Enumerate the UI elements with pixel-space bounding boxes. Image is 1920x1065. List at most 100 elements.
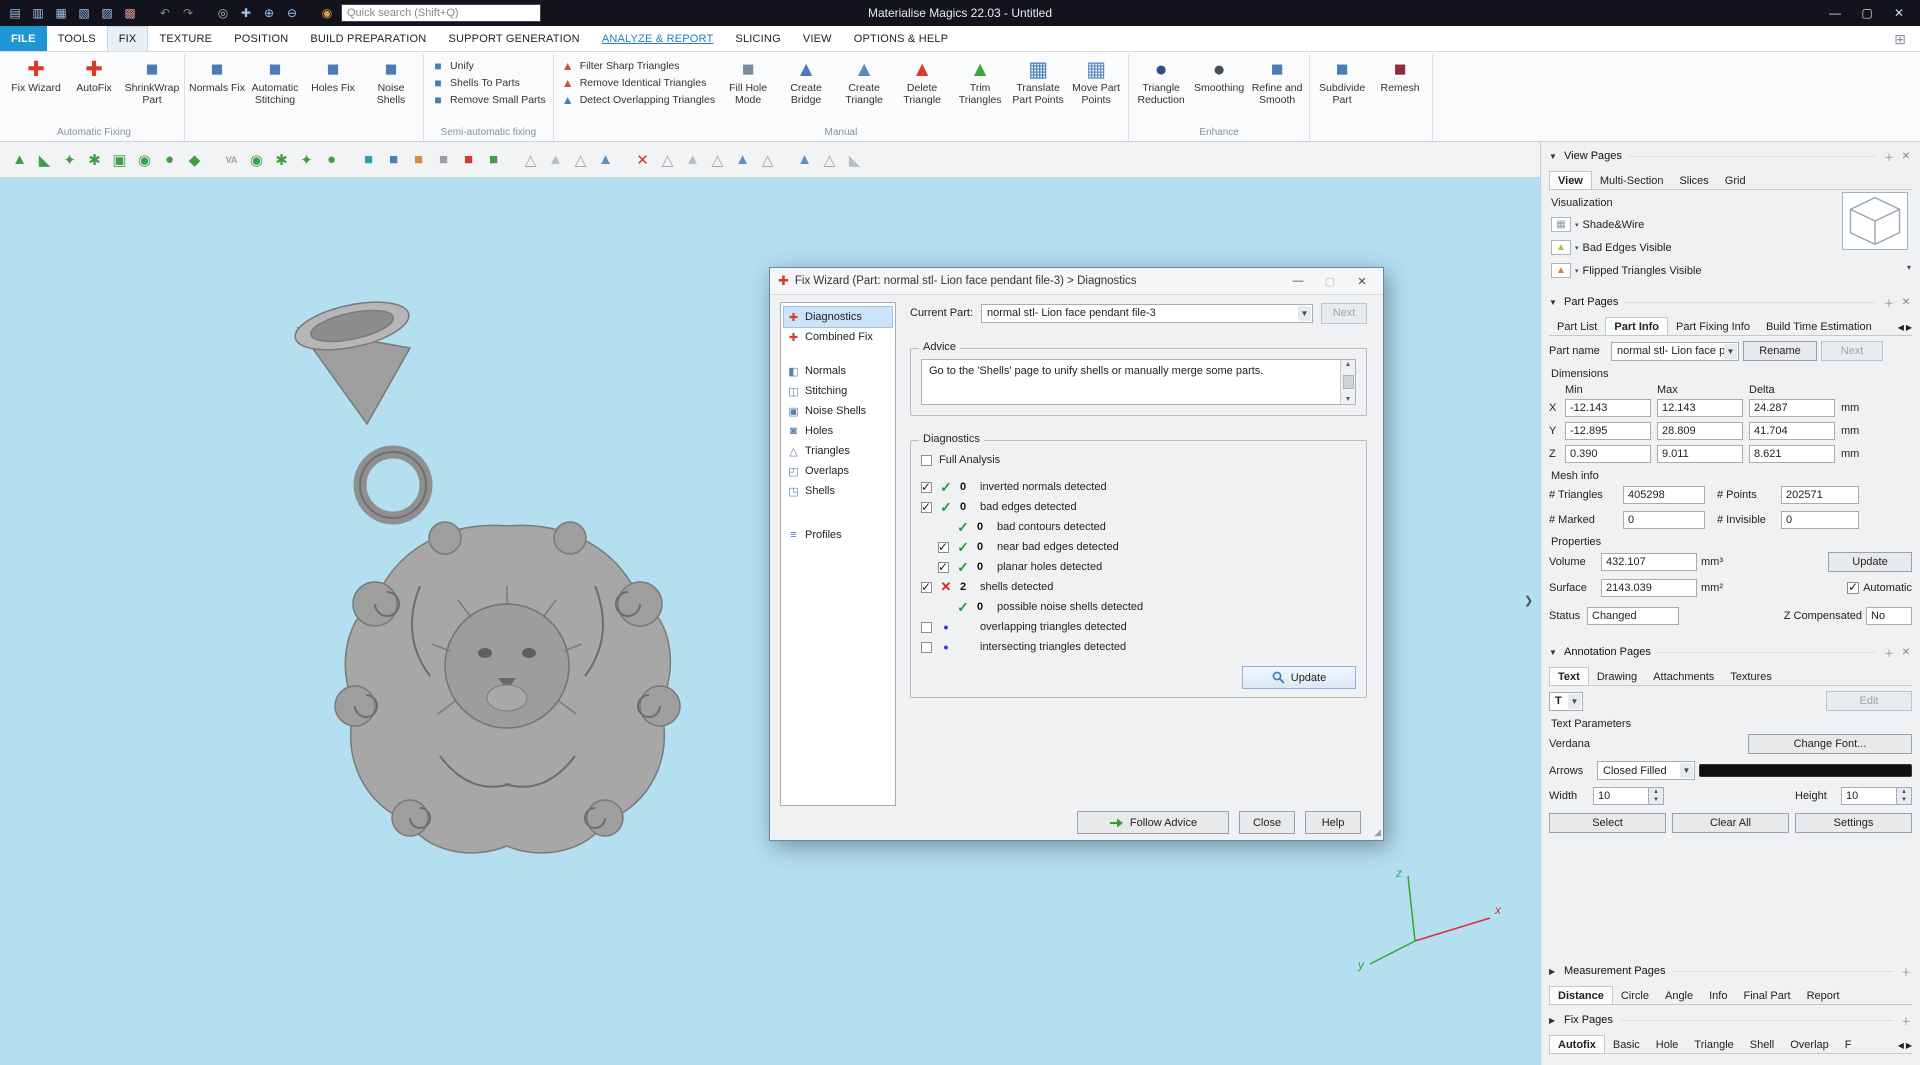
text-style-combo[interactable]: T ▼ (1549, 692, 1583, 711)
tab-part-fixing-info[interactable]: Part Fixing Info (1668, 318, 1758, 335)
dim-delta-field[interactable]: 41.704 (1749, 422, 1835, 440)
collapse-arrow-icon[interactable] (1549, 298, 1559, 307)
move-part-points-button[interactable]: Move Part Points (1067, 54, 1125, 109)
volume-field[interactable]: 432.107 (1601, 553, 1697, 571)
save-icon[interactable]: ▦ (52, 4, 70, 22)
tab-final-part[interactable]: Final Part (1735, 987, 1798, 1004)
diagnostic-checkbox[interactable] (921, 642, 932, 653)
zoom-window-icon[interactable]: ◎ (214, 4, 232, 22)
diagnostic-checkbox[interactable] (921, 482, 932, 493)
tab-overlap[interactable]: Overlap (1782, 1036, 1837, 1053)
marking-tool-icon[interactable]: △ (818, 148, 841, 172)
dialog-maximize-button[interactable]: ▢ (1317, 271, 1343, 291)
menu-view[interactable]: VIEW (792, 26, 843, 51)
resize-grip[interactable]: ◢ (1374, 827, 1381, 838)
tab-report[interactable]: Report (1799, 987, 1848, 1004)
scroll-up-icon[interactable]: ▲ (1345, 361, 1352, 368)
marking-tool-icon[interactable]: △ (756, 148, 779, 172)
tab-basic[interactable]: Basic (1605, 1036, 1648, 1053)
dropdown-arrow-icon[interactable]: ▾ (1575, 244, 1579, 252)
marking-tool-icon[interactable]: ● (158, 148, 181, 172)
width-value[interactable]: 10 (1593, 787, 1649, 805)
clear-all-button[interactable]: Clear All (1672, 813, 1789, 833)
marking-tool-icon[interactable]: ■ (382, 148, 405, 172)
noise-shells-button[interactable]: Noise Shells (362, 54, 420, 109)
marking-tool-icon[interactable]: ✦ (295, 148, 318, 172)
diagnostic-checkbox[interactable] (921, 622, 932, 633)
redo-icon[interactable]: ↷ (179, 4, 197, 22)
panel-expander-icon[interactable]: ❯ (1524, 594, 1533, 607)
wizard-page-diagnostics[interactable]: Diagnostics (784, 307, 892, 327)
menu-support-generation[interactable]: SUPPORT GENERATION (437, 26, 590, 51)
automatic-checkbox[interactable] (1847, 582, 1859, 594)
triangle-reduction-button[interactable]: Triangle Reduction (1132, 54, 1190, 109)
pin-icon[interactable]: ＋ (1883, 149, 1895, 164)
translate-part-points-button[interactable]: Translate Part Points (1009, 54, 1067, 109)
tab-part-info[interactable]: Part Info (1605, 317, 1668, 336)
marking-tool-icon[interactable]: ◆ (183, 148, 206, 172)
marking-tool-icon[interactable]: ▲ (594, 148, 617, 172)
orientation-cube-preview[interactable]: ▾ (1842, 192, 1908, 250)
tab-textures[interactable]: Textures (1722, 668, 1780, 685)
step-down-icon[interactable]: ▼ (1649, 796, 1663, 804)
pin-icon[interactable]: ＋ (1900, 964, 1912, 979)
select-button[interactable]: Select (1549, 813, 1666, 833)
tab-triangle[interactable]: Triangle (1686, 1036, 1741, 1053)
menu-analyze-report[interactable]: ANALYZE & REPORT (591, 26, 725, 51)
pan-icon[interactable]: ✚ (237, 4, 255, 22)
dim-min-field[interactable]: 0.390 (1565, 445, 1651, 463)
remesh-button[interactable]: Remesh (1371, 54, 1429, 97)
dim-max-field[interactable]: 12.143 (1657, 399, 1743, 417)
close-part-icon[interactable]: ▩ (121, 4, 139, 22)
refine-and-smooth-button[interactable]: Refine and Smooth (1248, 54, 1306, 109)
shrinkwrap-part-button[interactable]: ShrinkWrap Part (123, 54, 181, 109)
close-button[interactable]: ✕ (1884, 2, 1914, 24)
marking-tool-icon[interactable]: ✦ (58, 148, 81, 172)
save-as-icon[interactable]: ▧ (75, 4, 93, 22)
wizard-page-profiles[interactable]: Profiles (784, 525, 892, 545)
tab-overflow[interactable]: F (1837, 1036, 1860, 1053)
scroll-thumb[interactable] (1343, 375, 1354, 389)
create-bridge-button[interactable]: Create Bridge (777, 54, 835, 109)
dim-delta-field[interactable]: 8.621 (1749, 445, 1835, 463)
width-stepper[interactable]: 10 ▲▼ (1593, 787, 1664, 805)
wizard-page-overlaps[interactable]: Overlaps (784, 461, 892, 481)
wizard-page-noise-shells[interactable]: Noise Shells (784, 401, 892, 421)
height-value[interactable]: 10 (1841, 787, 1897, 805)
menu-build-preparation[interactable]: BUILD PREPARATION (299, 26, 437, 51)
view-pages-header[interactable]: View Pages ＋ ✕ (1549, 146, 1912, 166)
measurement-pages-header[interactable]: Measurement Pages ＋ (1549, 961, 1912, 981)
smoothing-button[interactable]: Smoothing (1190, 54, 1248, 97)
close-icon[interactable]: ✕ (1900, 151, 1912, 162)
wizard-page-combined-fix[interactable]: Combined Fix (784, 327, 892, 347)
marking-tool-icon[interactable]: △ (706, 148, 729, 172)
pin-icon[interactable]: ＋ (1883, 645, 1895, 660)
current-part-combo[interactable]: normal stl- Lion face pendant file-3 ▼ (981, 304, 1313, 323)
part-pages-header[interactable]: Part Pages ＋ ✕ (1549, 292, 1912, 312)
properties-update-button[interactable]: Update (1828, 552, 1912, 572)
tab-circle[interactable]: Circle (1613, 987, 1657, 1004)
marking-tool-icon[interactable]: △ (519, 148, 542, 172)
menu-fix[interactable]: FIX (107, 26, 149, 51)
minimize-button[interactable]: — (1820, 2, 1850, 24)
advice-scrollbar[interactable]: ▲ ▼ (1340, 360, 1355, 404)
height-stepper[interactable]: 10 ▲▼ (1841, 787, 1912, 805)
marking-tool-icon[interactable]: ■ (407, 148, 430, 172)
wizard-page-shells[interactable]: Shells (784, 481, 892, 501)
new-document-icon[interactable]: ▤ (6, 4, 24, 22)
menu-position[interactable]: POSITION (223, 26, 299, 51)
dropdown-arrow-icon[interactable]: ▾ (1907, 263, 1911, 272)
tab-distance[interactable]: Distance (1549, 986, 1613, 1005)
help-button[interactable]: Help (1305, 811, 1361, 834)
marking-tool-icon[interactable]: ◣ (843, 148, 866, 172)
part-next-button[interactable]: Next (1821, 341, 1883, 361)
zoom-out-icon[interactable]: ⊖ (283, 4, 301, 22)
filter-sharp-triangles-button[interactable]: Filter Sharp Triangles (561, 59, 715, 73)
layout-icon[interactable]: ⊞ (1894, 26, 1914, 52)
marking-tool-icon[interactable]: ◣ (33, 148, 56, 172)
step-up-icon[interactable]: ▲ (1649, 788, 1663, 796)
fill-hole-mode-button[interactable]: Fill Hole Mode (719, 54, 777, 109)
tab-scroll-left-icon[interactable]: ◀ (1898, 1041, 1904, 1050)
dim-max-field[interactable]: 9.011 (1657, 445, 1743, 463)
fix-pages-header[interactable]: Fix Pages ＋ (1549, 1010, 1912, 1030)
